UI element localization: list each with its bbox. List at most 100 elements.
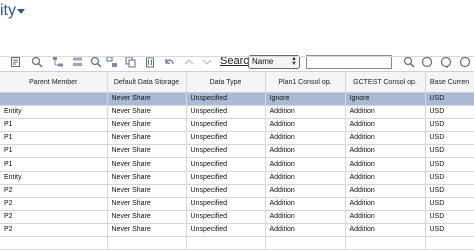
table-cell[interactable]: Addition xyxy=(345,144,426,159)
table-cell[interactable]: Unspecified xyxy=(186,223,266,238)
table-cell[interactable] xyxy=(0,92,108,107)
zoom-out-icon[interactable] xyxy=(90,56,102,68)
table-row[interactable]: P1 Never Share Unspecified Addition Addition… xyxy=(0,157,474,172)
chevron-down-icon[interactable] xyxy=(201,56,213,68)
table-cell[interactable]: Never Share xyxy=(107,131,187,146)
table-cell[interactable]: USD xyxy=(425,210,474,224)
table-cell[interactable]: Unspecified xyxy=(186,105,266,120)
column-header[interactable]: Base Curren xyxy=(425,71,474,93)
table-cell[interactable]: USD xyxy=(425,197,474,211)
table-cell[interactable]: USD xyxy=(425,144,474,159)
table-cell[interactable]: Never Share xyxy=(107,144,187,159)
chevron-up-icon[interactable] xyxy=(183,56,195,68)
delete-icon[interactable] xyxy=(144,56,156,68)
table-row[interactable]: P2 Never Share Unspecified Addition Addition… xyxy=(0,197,474,211)
table-cell[interactable]: Unspecified xyxy=(186,197,266,211)
table-cell[interactable]: Addition xyxy=(265,223,346,238)
table-cell[interactable]: Ignore xyxy=(345,92,426,107)
table-cell[interactable]: USD xyxy=(425,223,474,238)
move-icon[interactable] xyxy=(106,56,118,68)
table-cell[interactable]: Never Share xyxy=(107,157,187,172)
column-header[interactable]: Parent Member xyxy=(0,71,108,93)
table-cell[interactable]: USD xyxy=(425,92,474,107)
table-row[interactable]: P2 Never Share Unspecified Addition Addition… xyxy=(0,223,474,238)
search-next-icon[interactable] xyxy=(440,56,452,68)
table-row[interactable]: P1 Never Share Unspecified Addition Addition… xyxy=(0,144,474,159)
table-cell[interactable]: Addition xyxy=(345,131,426,146)
table-row[interactable]: Entity Never Share Unspecified Addition Addi… xyxy=(0,171,474,185)
add-child-icon[interactable] xyxy=(52,56,64,68)
table-cell[interactable]: USD xyxy=(425,171,474,185)
table-cell[interactable]: Never Share xyxy=(107,210,187,224)
clear-search-icon[interactable] xyxy=(459,56,471,68)
table-cell[interactable]: USD xyxy=(425,157,474,172)
table-cell[interactable]: P1 xyxy=(0,144,108,159)
edit-properties-icon[interactable] xyxy=(10,56,22,68)
table-cell[interactable]: Never Share xyxy=(107,92,187,107)
table-cell[interactable]: P2 xyxy=(0,184,108,198)
table-cell[interactable]: Never Share xyxy=(107,118,187,133)
table-cell[interactable]: Never Share xyxy=(107,197,187,211)
table-row[interactable]: P2 Never Share Unspecified Addition Addition… xyxy=(0,184,474,198)
zoom-in-icon[interactable] xyxy=(31,56,43,68)
table-cell[interactable]: P2 xyxy=(0,197,108,211)
table-cell[interactable]: Addition xyxy=(265,157,346,172)
column-header[interactable]: GCTEST Consol op. xyxy=(345,71,426,93)
add-sibling-icon[interactable] xyxy=(72,56,84,68)
table-cell[interactable]: USD xyxy=(425,184,474,198)
copy-icon[interactable] xyxy=(125,56,137,68)
column-header[interactable]: Plan1 Consol op. xyxy=(265,71,346,93)
search-by-select[interactable]: Name ▲ ▼ xyxy=(248,55,300,69)
table-cell[interactable]: Unspecified xyxy=(186,157,266,172)
table-cell[interactable]: Unspecified xyxy=(186,118,266,133)
table-cell[interactable]: USD xyxy=(425,118,474,133)
table-cell[interactable]: Addition xyxy=(265,144,346,159)
search-input[interactable] xyxy=(306,55,392,69)
table-cell[interactable]: Addition xyxy=(345,210,426,224)
table-cell[interactable]: Unspecified xyxy=(186,144,266,159)
table-cell[interactable]: Never Share xyxy=(107,171,187,185)
table-cell[interactable]: Ignore xyxy=(265,92,346,107)
table-row[interactable]: P2 Never Share Unspecified Addition Addition… xyxy=(0,210,474,224)
table-cell[interactable]: Addition xyxy=(345,223,426,238)
table-cell[interactable]: Never Share xyxy=(107,105,187,120)
table-cell[interactable]: Addition xyxy=(265,197,346,211)
table-cell[interactable]: Addition xyxy=(265,210,346,224)
search-icon[interactable] xyxy=(403,56,415,68)
table-cell[interactable]: Unspecified xyxy=(186,92,266,107)
table-cell[interactable]: Addition xyxy=(265,105,346,120)
table-cell[interactable]: P1 xyxy=(0,118,108,133)
table-cell[interactable]: Never Share xyxy=(107,223,187,238)
table-cell[interactable]: Never Share xyxy=(107,184,187,198)
column-header[interactable]: Data Type xyxy=(186,71,266,93)
table-cell[interactable]: Addition xyxy=(345,118,426,133)
table-row[interactable]: P1 Never Share Unspecified Addition Addition… xyxy=(0,131,474,146)
table-cell[interactable]: Addition xyxy=(265,171,346,185)
column-header[interactable]: Default Data Storage xyxy=(107,71,187,93)
table-cell[interactable]: USD xyxy=(425,131,474,146)
undo-icon[interactable] xyxy=(163,56,175,68)
table-cell[interactable]: USD xyxy=(425,105,474,120)
chevron-down-icon[interactable] xyxy=(17,9,25,14)
table-cell[interactable]: Entity xyxy=(0,105,108,120)
table-cell[interactable]: Addition xyxy=(265,184,346,198)
table-cell[interactable]: P2 xyxy=(0,223,108,238)
table-cell[interactable]: Addition xyxy=(345,171,426,185)
table-cell[interactable]: Unspecified xyxy=(186,184,266,198)
table-cell[interactable]: Addition xyxy=(345,184,426,198)
table-cell[interactable]: P2 xyxy=(0,210,108,224)
table-cell[interactable]: Addition xyxy=(345,197,426,211)
table-cell[interactable]: Entity xyxy=(0,171,108,185)
table-row[interactable]: Entity Never Share Unspecified Addition Addi… xyxy=(0,105,474,120)
table-cell[interactable]: P1 xyxy=(0,131,108,146)
table-cell[interactable]: Addition xyxy=(345,105,426,120)
table-cell[interactable]: Unspecified xyxy=(186,210,266,224)
table-row[interactable]: P1 Never Share Unspecified Addition Addition… xyxy=(0,118,474,133)
table-cell[interactable]: Addition xyxy=(265,131,346,146)
table-cell[interactable]: P1 xyxy=(0,157,108,172)
table-cell[interactable]: Unspecified xyxy=(186,131,266,146)
table-cell[interactable]: Addition xyxy=(265,118,346,133)
search-previous-icon[interactable] xyxy=(421,56,433,68)
table-cell[interactable]: Unspecified xyxy=(186,171,266,185)
table-cell[interactable]: Addition xyxy=(345,157,426,172)
